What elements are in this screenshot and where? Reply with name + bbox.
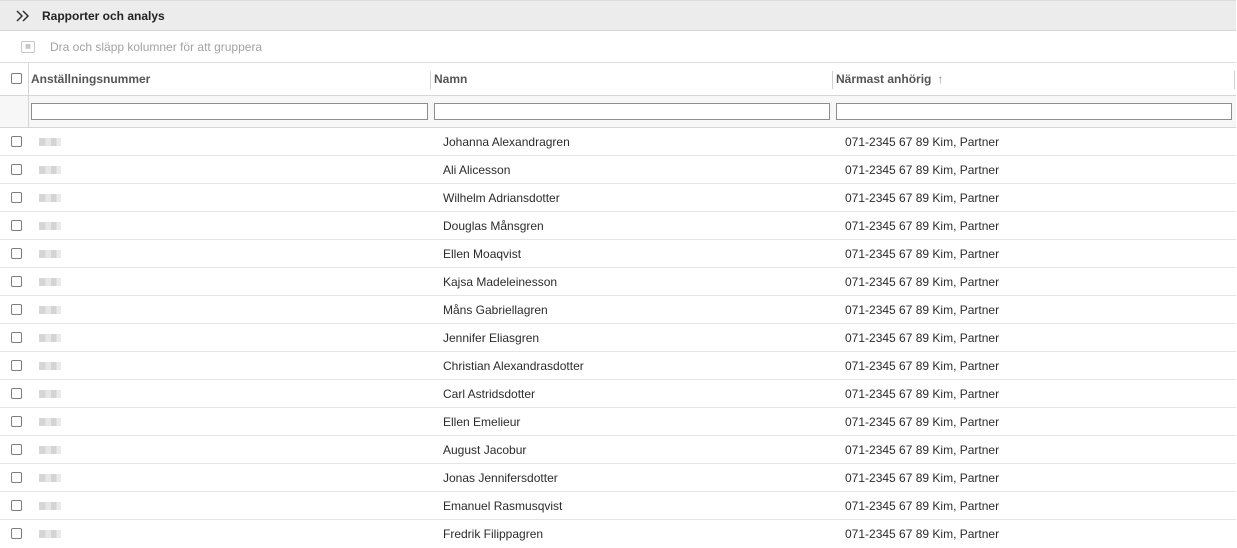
row-checkbox[interactable] xyxy=(11,528,22,539)
double-chevron-right-icon[interactable] xyxy=(15,9,31,23)
name-cell: Christian Alexandrasdotter xyxy=(443,359,584,373)
next-of-kin-cell: 071-2345 67 89 Kim, Partner xyxy=(845,415,1000,429)
name-cell: Jonas Jennifersdotter xyxy=(443,471,558,485)
column-header-label: Anställningsnummer xyxy=(31,72,151,86)
table-row[interactable]: Ellen Moaqvist 071-2345 67 89 Kim, Partn… xyxy=(0,240,1236,268)
next-of-kin-cell: 071-2345 67 89 Kim, Partner xyxy=(845,331,1000,345)
table-row[interactable]: Jonas Jennifersdotter 071-2345 67 89 Kim… xyxy=(0,464,1236,492)
column-header-label: Närmast anhörig xyxy=(836,72,932,86)
table-header-row: Anställningsnummer Namn Närmast anhörig ↑ xyxy=(0,63,1236,96)
group-by-hint: Dra och släpp kolumner för att gruppera xyxy=(50,39,263,54)
row-checkbox[interactable] xyxy=(11,192,22,203)
table-row[interactable]: Carl Astridsdotter 071-2345 67 89 Kim, P… xyxy=(0,380,1236,408)
next-of-kin-cell: 071-2345 67 89 Kim, Partner xyxy=(845,219,1000,233)
table-row[interactable]: August Jacobur 071-2345 67 89 Kim, Partn… xyxy=(0,436,1236,464)
column-header-employee-number[interactable]: Anställningsnummer xyxy=(28,63,428,95)
name-cell: Fredrik Filippagren xyxy=(443,527,544,541)
filter-name-input[interactable] xyxy=(434,103,830,120)
next-of-kin-cell: 071-2345 67 89 Kim, Partner xyxy=(845,499,1000,513)
filter-row xyxy=(0,96,1236,128)
name-cell: Måns Gabriellagren xyxy=(443,303,548,317)
table-row[interactable]: Jennifer Eliasgren 071-2345 67 89 Kim, P… xyxy=(0,324,1236,352)
name-cell: Emanuel Rasmusqvist xyxy=(443,499,563,513)
column-header-next-of-kin[interactable]: Närmast anhörig ↑ xyxy=(833,63,1233,95)
name-cell: Douglas Månsgren xyxy=(443,219,544,233)
employee-number-redacted xyxy=(39,306,61,314)
row-checkbox[interactable] xyxy=(11,332,22,343)
employee-number-redacted xyxy=(39,194,61,202)
employee-number-redacted xyxy=(39,138,61,146)
table-row[interactable]: Kajsa Madeleinesson 071-2345 67 89 Kim, … xyxy=(0,268,1236,296)
row-checkbox[interactable] xyxy=(11,220,22,231)
filter-employee-number-input[interactable] xyxy=(31,103,428,120)
row-checkbox[interactable] xyxy=(11,248,22,259)
name-cell: Kajsa Madeleinesson xyxy=(443,275,558,289)
name-cell: August Jacobur xyxy=(443,443,527,457)
employee-number-redacted xyxy=(39,222,61,230)
next-of-kin-cell: 071-2345 67 89 Kim, Partner xyxy=(845,443,1000,457)
column-header-name[interactable]: Namn xyxy=(431,63,831,95)
employee-number-redacted xyxy=(39,362,61,370)
employee-number-redacted xyxy=(39,278,61,286)
employee-number-redacted xyxy=(39,418,61,426)
name-cell: Ellen Moaqvist xyxy=(443,247,522,261)
table-row[interactable]: Emanuel Rasmusqvist 071-2345 67 89 Kim, … xyxy=(0,492,1236,520)
row-checkbox[interactable] xyxy=(11,444,22,455)
group-by-drop-zone[interactable]: ▦ Dra och släpp kolumner för att grupper… xyxy=(0,31,1236,63)
next-of-kin-cell: 071-2345 67 89 Kim, Partner xyxy=(845,359,1000,373)
next-of-kin-cell: 071-2345 67 89 Kim, Partner xyxy=(845,527,1000,541)
employee-number-redacted xyxy=(39,446,61,454)
row-checkbox[interactable] xyxy=(11,136,22,147)
row-checkbox[interactable] xyxy=(11,472,22,483)
next-of-kin-cell: 071-2345 67 89 Kim, Partner xyxy=(845,247,1000,261)
next-of-kin-cell: 071-2345 67 89 Kim, Partner xyxy=(845,163,1000,177)
next-of-kin-cell: 071-2345 67 89 Kim, Partner xyxy=(845,387,1000,401)
column-resize-handle[interactable] xyxy=(1234,71,1235,89)
sort-ascending-icon: ↑ xyxy=(937,72,944,86)
next-of-kin-cell: 071-2345 67 89 Kim, Partner xyxy=(845,191,1000,205)
employee-number-redacted xyxy=(39,530,61,538)
row-checkbox[interactable] xyxy=(11,276,22,287)
table-row[interactable]: Fredrik Filippagren 071-2345 67 89 Kim, … xyxy=(0,520,1236,548)
table-row[interactable]: Wilhelm Adriansdotter 071-2345 67 89 Kim… xyxy=(0,184,1236,212)
employee-number-redacted xyxy=(39,250,61,258)
employee-number-redacted xyxy=(39,502,61,510)
name-cell: Ellen Emelieur xyxy=(443,415,521,429)
next-of-kin-cell: 071-2345 67 89 Kim, Partner xyxy=(845,303,1000,317)
table-row[interactable]: Ellen Emelieur 071-2345 67 89 Kim, Partn… xyxy=(0,408,1236,436)
row-checkbox[interactable] xyxy=(11,500,22,511)
table-row[interactable]: Christian Alexandrasdotter 071-2345 67 8… xyxy=(0,352,1236,380)
column-header-label: Namn xyxy=(434,72,468,86)
name-cell: Carl Astridsdotter xyxy=(443,387,536,401)
row-checkbox[interactable] xyxy=(11,164,22,175)
employee-number-redacted xyxy=(39,166,61,174)
employee-number-redacted xyxy=(39,390,61,398)
employee-number-redacted xyxy=(39,334,61,342)
table-row[interactable]: Ali Alicesson 071-2345 67 89 Kim, Partne… xyxy=(0,156,1236,184)
page-title: Rapporter och analys xyxy=(42,8,165,23)
select-all-checkbox[interactable] xyxy=(11,73,22,84)
report-header-bar: Rapporter och analys xyxy=(0,0,1236,31)
next-of-kin-cell: 071-2345 67 89 Kim, Partner xyxy=(845,135,1000,149)
next-of-kin-cell: 071-2345 67 89 Kim, Partner xyxy=(845,275,1000,289)
row-checkbox[interactable] xyxy=(11,360,22,371)
checkbox-column-divider xyxy=(28,63,29,128)
filter-next-of-kin-input[interactable] xyxy=(836,103,1232,120)
table-row[interactable]: Johanna Alexandragren 071-2345 67 89 Kim… xyxy=(0,128,1236,156)
row-checkbox[interactable] xyxy=(11,416,22,427)
name-cell: Wilhelm Adriansdotter xyxy=(443,191,560,205)
next-of-kin-cell: 071-2345 67 89 Kim, Partner xyxy=(845,471,1000,485)
employee-number-redacted xyxy=(39,474,61,482)
row-checkbox[interactable] xyxy=(11,304,22,315)
table-row[interactable]: Douglas Månsgren 071-2345 67 89 Kim, Par… xyxy=(0,212,1236,240)
row-checkbox[interactable] xyxy=(11,388,22,399)
group-by-icon: ▦ xyxy=(21,40,35,53)
name-cell: Ali Alicesson xyxy=(443,163,511,177)
name-cell: Johanna Alexandragren xyxy=(443,135,570,149)
table-row[interactable]: Måns Gabriellagren 071-2345 67 89 Kim, P… xyxy=(0,296,1236,324)
name-cell: Jennifer Eliasgren xyxy=(443,331,540,345)
